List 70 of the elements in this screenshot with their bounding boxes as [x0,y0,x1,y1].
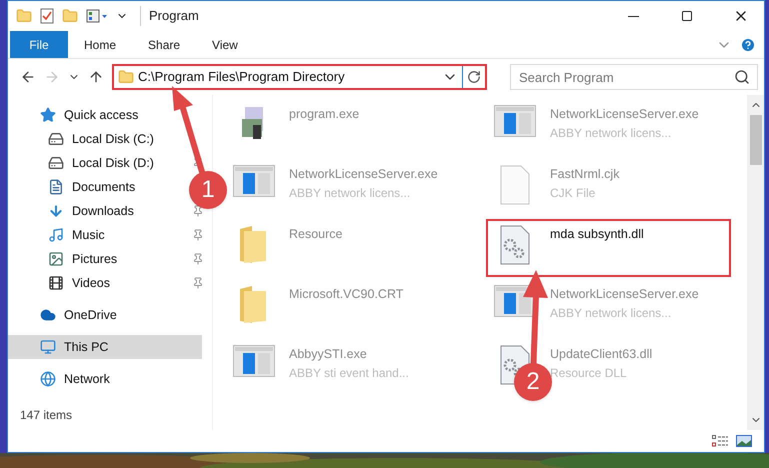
help-icon[interactable] [740,36,756,52]
address-bar[interactable]: C:\Program Files\Program Directory [112,64,487,90]
up-icon[interactable] [88,69,104,85]
application-icon [233,165,275,197]
tiles-view-icon[interactable] [736,435,752,447]
blank-file-icon [500,165,530,205]
file-name: mda subsynth.dll [550,226,644,243]
refresh-icon[interactable] [467,70,481,84]
file-description: CJK File [550,184,596,202]
file-name: program.exe [289,106,360,123]
document-icon [48,179,64,195]
search-icon [734,69,750,85]
file-description: ABBY network licens... [289,184,412,202]
back-icon[interactable] [20,69,36,85]
pin-icon[interactable] [192,157,204,169]
image-icon [48,251,64,267]
details-view-icon[interactable] [712,435,728,447]
nav-item[interactable]: Quick access [8,103,184,127]
scrollbar[interactable] [747,95,764,430]
properties-icon[interactable] [86,9,108,23]
file-name: NetworkLicenseServer.exe [550,286,699,303]
window-title: Program [140,6,199,26]
file-name: Resource [289,226,342,243]
file-name: AbbyySTI.exe [289,346,368,363]
file-name: UpdateClient63.dll [550,346,652,363]
ribbon-tab[interactable]: View [196,31,254,58]
file-description: ABBY network licens... [550,304,672,322]
pin-icon[interactable] [192,277,204,289]
nav-item[interactable]: Local Disk (D:) [8,151,184,175]
highlighted-file-item[interactable]: mda subsynth.dll [486,219,731,277]
gears-file-icon [500,225,530,265]
cloud-icon [40,307,56,323]
nav-item[interactable]: Pictures [8,247,184,271]
drive-icon [48,131,64,147]
application-icon [494,105,536,137]
search-field[interactable]: Search Program [510,64,758,90]
monitor-icon [40,339,56,355]
ribbon-tab[interactable]: File [10,31,68,58]
pin-icon[interactable] [192,253,204,265]
file-name: Microsoft.VC90.CRT [289,286,404,303]
film-icon [48,275,64,291]
ribbon-tab[interactable]: Home [68,31,132,58]
pin-icon[interactable] [192,229,204,241]
nav-item[interactable]: Documents [8,175,184,199]
nav-item[interactable]: Network [8,367,184,391]
file-name: NetworkLicenseServer.exe [550,106,699,123]
file-name: NetworkLicenseServer.exe [289,166,438,183]
item-count: 147 items [19,407,74,424]
download-icon [48,203,64,219]
application-icon [233,345,275,377]
music-note-icon [48,227,64,243]
nav-item[interactable]: This PC [8,335,202,359]
nav-item[interactable]: Videos [8,271,184,295]
checklist-icon[interactable] [40,8,54,24]
nav-item[interactable]: OneDrive [8,303,184,327]
ribbon-tab[interactable]: Share [132,31,196,58]
star-icon [40,107,56,123]
file-description: Resource DLL [550,364,628,382]
folder-icon [118,69,134,85]
globe-icon [40,371,56,387]
pin-icon[interactable] [192,205,204,217]
file-description: ABBY sti event hand... [289,364,409,382]
nav-item[interactable]: Music [8,223,184,247]
drive-icon [48,155,64,171]
nav-item[interactable]: Downloads [8,199,184,223]
nav-item[interactable]: Local Disk (C:) [8,127,184,151]
file-description: ABBY network licens... [550,124,672,142]
maximize-icon [681,10,693,22]
file-name: FastNrml.cjk [550,166,620,183]
scrollbar-thumb[interactable] [750,115,762,165]
